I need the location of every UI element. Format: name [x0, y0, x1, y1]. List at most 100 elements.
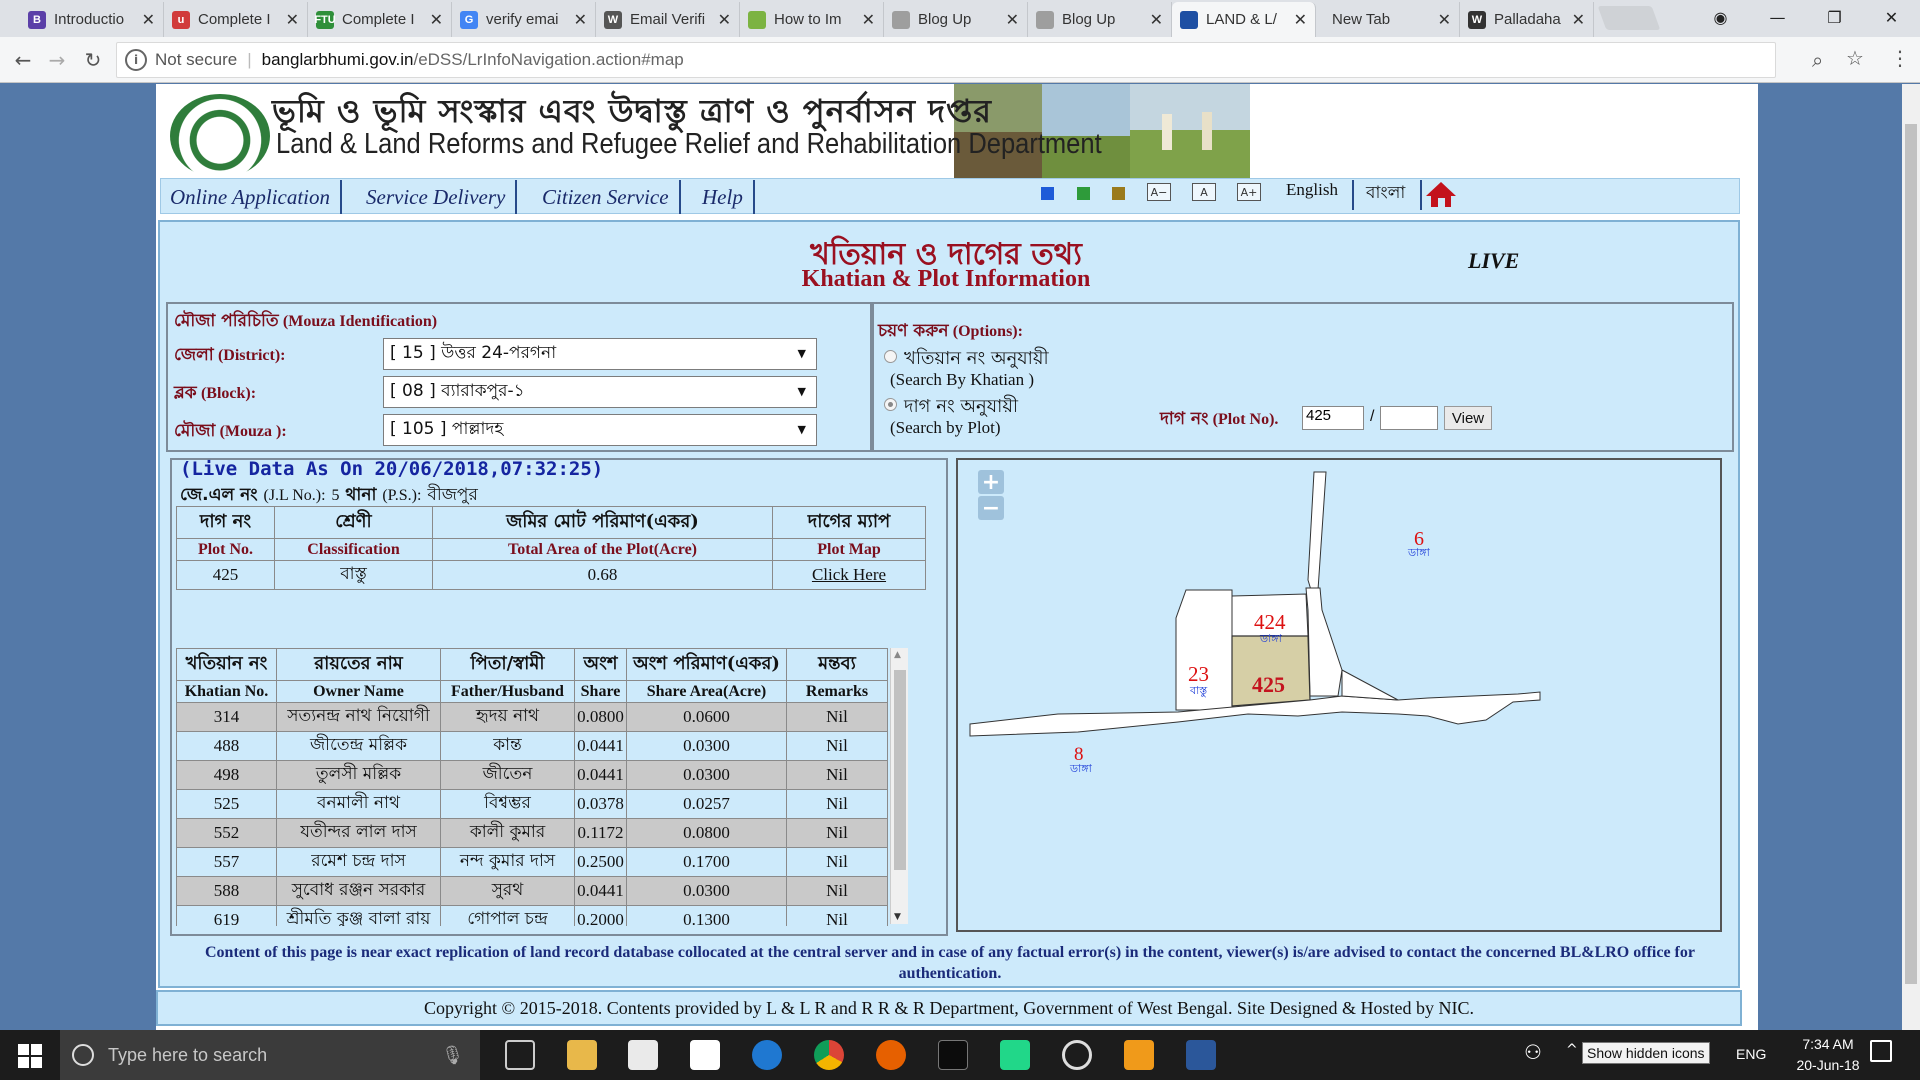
theme-blue-button[interactable]	[1041, 187, 1054, 200]
reload-icon[interactable]: ↻	[78, 45, 108, 75]
tab-close-icon[interactable]: ✕	[862, 10, 875, 30]
browser-tab[interactable]: FTU Complete I ✕	[308, 2, 452, 37]
total-area-cell: 0.68	[432, 560, 773, 590]
browser-tab[interactable]: Blog Up ✕	[1028, 2, 1172, 37]
plot-map-panel[interactable]: + − 6 ডাঙ্গা 424 ডাঙ্গা 23 বাস্তু 425 8 …	[956, 458, 1722, 932]
page-scrollbar-thumb[interactable]	[1905, 124, 1917, 984]
store-icon[interactable]	[628, 1040, 658, 1070]
search-by-khatian-radio[interactable]	[884, 350, 897, 363]
font-decrease-button[interactable]: A−	[1147, 183, 1171, 201]
map-zoom-out-button[interactable]: −	[978, 496, 1004, 521]
browser-tab[interactable]: New Tab ✕	[1316, 2, 1460, 37]
menu-online-application[interactable]: Online Application	[170, 180, 343, 214]
english-language-link[interactable]: English	[1286, 180, 1338, 200]
font-increase-button[interactable]: A+	[1237, 183, 1261, 201]
tab-close-icon[interactable]: ✕	[574, 10, 587, 30]
browser-tab[interactable]: LAND & L/ ✕	[1172, 2, 1316, 37]
owner-table-header-en: Khatian No. Owner Name Father/Husband Sh…	[176, 680, 888, 703]
tab-close-icon[interactable]: ✕	[718, 10, 731, 30]
menu-dots-icon[interactable]: ⋮	[1890, 46, 1910, 70]
browser-tab[interactable]: W Email Verifi ✕	[596, 2, 740, 37]
people-icon[interactable]: ⚇	[1524, 1040, 1542, 1064]
back-icon[interactable]: ←	[8, 45, 38, 75]
block-select[interactable]: [ 08 ] ব্যারাকপুর-১ ▼	[383, 376, 817, 408]
browser-tab[interactable]: Gverify emai ✕	[452, 2, 596, 37]
scroll-up-icon[interactable]: ▲	[894, 650, 901, 660]
media-icon[interactable]	[1062, 1040, 1092, 1070]
taskbar-search-box[interactable]: Type here to search 🎙	[60, 1030, 480, 1080]
chrome-icon[interactable]	[814, 1040, 844, 1070]
address-bar[interactable]: i Not secure | banglarbhumi.gov.in/eDSS/…	[116, 42, 1776, 78]
menu-service-delivery[interactable]: Service Delivery	[366, 180, 518, 214]
tab-close-icon[interactable]: ✕	[430, 10, 443, 30]
tab-close-icon[interactable]: ✕	[1150, 10, 1163, 30]
theme-brown-button[interactable]	[1112, 187, 1125, 200]
options-heading: চয়ণ করুন (Options):	[878, 318, 1023, 346]
word-icon[interactable]	[1186, 1040, 1216, 1070]
owner-cell-remarks: Nil	[786, 731, 888, 761]
scroll-down-icon[interactable]: ▼	[894, 912, 901, 922]
view-button[interactable]: View	[1444, 406, 1492, 430]
browser-tab[interactable]: B Introductio ✕	[20, 2, 164, 37]
bangla-language-link[interactable]: বাংলা	[1366, 180, 1405, 208]
firefox-icon[interactable]	[876, 1040, 906, 1070]
plot-no-label: দাগ নং (Plot No).	[1160, 406, 1278, 434]
district-select[interactable]: [ 15 ] উত্তর 24-পরগনা ▼	[383, 338, 817, 370]
taskbar-clock[interactable]: 7:34 AM 20-Jun-18	[1788, 1034, 1868, 1076]
maximize-icon[interactable]: ❐	[1806, 0, 1863, 34]
plot-map-canvas[interactable]	[958, 460, 1720, 930]
home-icon[interactable]	[1424, 180, 1458, 208]
map-label-class-23: বাস্তু	[1190, 684, 1208, 697]
minimize-icon[interactable]: —	[1749, 0, 1806, 34]
tab-close-icon[interactable]: ✕	[1294, 10, 1307, 30]
input-language[interactable]: ENG	[1736, 1046, 1766, 1062]
browser-tab[interactable]: Blog Up ✕	[884, 2, 1028, 37]
tab-close-icon[interactable]: ✕	[142, 10, 155, 30]
plot-no-input[interactable]: 425	[1302, 406, 1364, 430]
terminal-icon[interactable]	[938, 1040, 968, 1070]
owner-cell-father: কান্ত	[440, 731, 575, 761]
browser-tab[interactable]: How to Im ✕	[740, 2, 884, 37]
tab-close-icon[interactable]: ✕	[1438, 10, 1451, 30]
file-explorer-icon[interactable]	[567, 1040, 597, 1070]
profile-icon[interactable]: ◉	[1692, 0, 1749, 34]
scrollbar-thumb[interactable]	[894, 670, 906, 870]
browser-tab[interactable]: u Complete I ✕	[164, 2, 308, 37]
map-zoom-in-button[interactable]: +	[978, 470, 1004, 495]
menu-help[interactable]: Help	[702, 180, 755, 214]
task-view-icon[interactable]	[505, 1040, 535, 1070]
zoom-icon[interactable]: ⌕	[1812, 48, 1823, 72]
close-window-icon[interactable]: ✕	[1863, 0, 1920, 34]
forward-icon[interactable]: →	[42, 45, 72, 75]
sublime-icon[interactable]	[1124, 1040, 1154, 1070]
bookmark-star-icon[interactable]: ☆	[1846, 46, 1864, 70]
chevron-up-icon[interactable]: ^	[1566, 1042, 1578, 1058]
tab-title: Blog Up	[1062, 11, 1116, 28]
microphone-icon[interactable]: 🎙	[441, 1045, 464, 1066]
tab-close-icon[interactable]: ✕	[286, 10, 299, 30]
click-here-link[interactable]: Click Here	[812, 565, 886, 584]
notifications-icon[interactable]	[1870, 1040, 1892, 1062]
owner-table-scrollbar[interactable]: ▲ ▼	[890, 648, 908, 924]
browser-tab[interactable]: W Palladaha ✕	[1460, 2, 1594, 37]
tab-close-icon[interactable]: ✕	[1572, 10, 1585, 30]
pycharm-icon[interactable]	[1000, 1040, 1030, 1070]
mail-icon[interactable]	[690, 1040, 720, 1070]
theme-green-button[interactable]	[1077, 187, 1090, 200]
windows-start-icon[interactable]	[18, 1044, 42, 1068]
owner-cell-father: নন্দ কুমার দাস	[440, 847, 575, 877]
font-normal-button[interactable]: A	[1192, 183, 1216, 201]
info-icon[interactable]: i	[125, 49, 147, 71]
search-by-plot-radio[interactable]	[884, 398, 897, 411]
new-tab-button[interactable]	[1597, 6, 1661, 30]
not-secure-label: Not secure	[155, 50, 238, 69]
ps-value: বীজপুর	[427, 485, 478, 505]
page-scrollbar[interactable]	[1902, 84, 1920, 1030]
menu-citizen-service[interactable]: Citizen Service	[542, 180, 681, 214]
plot-sub-no-input[interactable]	[1380, 406, 1438, 430]
edge-icon[interactable]	[752, 1040, 782, 1070]
tab-title: LAND & L/	[1206, 11, 1277, 28]
mouza-select[interactable]: [ 105 ] পাল্লাদহ ▼	[383, 414, 817, 446]
owner-cell-area: 0.0800	[626, 818, 787, 848]
tab-close-icon[interactable]: ✕	[1006, 10, 1019, 30]
